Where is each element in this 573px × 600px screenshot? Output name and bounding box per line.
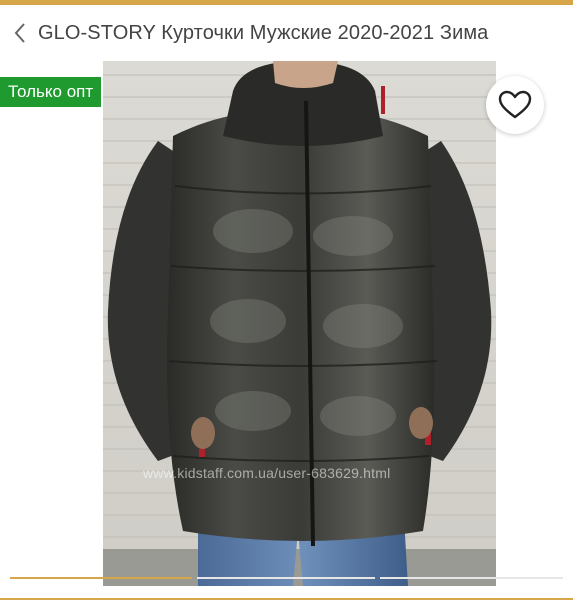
pagination-dot-1[interactable] [10, 577, 192, 579]
page-title: GLO-STORY Курточки Мужские 2020-2021 Зим… [38, 21, 489, 44]
wholesale-only-badge: Только опт [0, 77, 102, 107]
photo-watermark: www.kidstaff.com.ua/user-683629.html [143, 465, 391, 481]
favorite-button[interactable] [486, 76, 544, 134]
pagination-dot-3[interactable] [380, 577, 563, 579]
gallery-pagination [0, 575, 573, 581]
page-header: GLO-STORY Курточки Мужские 2020-2021 Зим… [0, 5, 573, 61]
product-gallery[interactable]: Только опт www.kidstaff.com.ua/user-6836… [0, 61, 573, 593]
back-button[interactable] [2, 5, 38, 61]
product-photo[interactable] [103, 61, 496, 586]
pagination-dot-2[interactable] [197, 577, 375, 579]
chevron-left-icon [14, 23, 25, 43]
heart-outline-icon [498, 90, 532, 119]
